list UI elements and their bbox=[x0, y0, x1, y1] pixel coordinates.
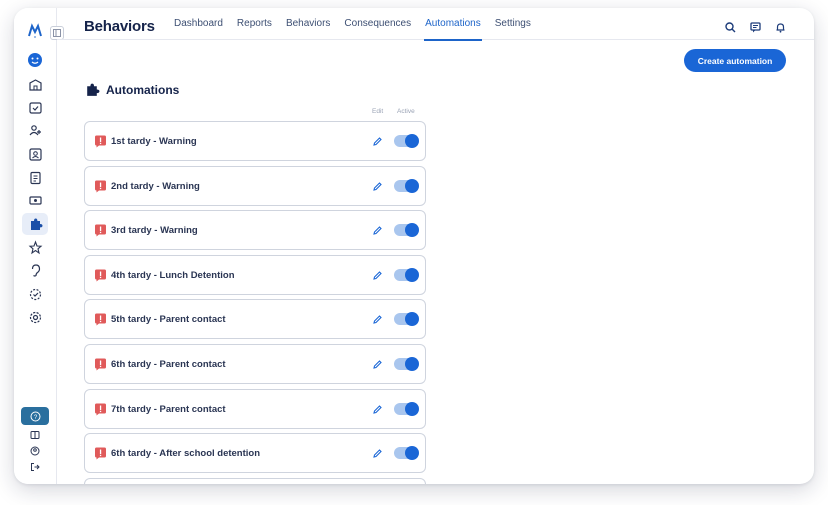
active-toggle[interactable] bbox=[394, 223, 419, 238]
automation-name: 6th tardy - Parent contact bbox=[111, 358, 226, 370]
column-header-edit: Edit bbox=[372, 108, 384, 115]
automation-list: 1st tardy - Warning 2nd tardy - Warning … bbox=[84, 121, 426, 484]
alert-icon bbox=[95, 224, 106, 237]
chat-icon[interactable] bbox=[750, 20, 761, 38]
calendar-check-icon[interactable] bbox=[22, 96, 48, 118]
alert-icon bbox=[95, 403, 106, 416]
alert-icon bbox=[95, 135, 106, 148]
puzzle-icon bbox=[87, 83, 100, 96]
tab-automations[interactable]: Automations bbox=[418, 8, 488, 41]
list-item[interactable]: 5th tardy - Parent contact bbox=[84, 299, 426, 340]
list-item[interactable]: 1st tardy - Warning bbox=[84, 121, 426, 161]
section-title: Automations bbox=[106, 83, 180, 97]
pencil-icon[interactable] bbox=[372, 270, 383, 281]
tab-behaviors[interactable]: Behaviors bbox=[279, 8, 337, 40]
pencil-icon[interactable] bbox=[372, 314, 383, 325]
svg-text:?: ? bbox=[33, 415, 37, 421]
ear-icon[interactable] bbox=[22, 259, 48, 281]
header-actions bbox=[725, 20, 786, 38]
list-item[interactable] bbox=[84, 477, 426, 484]
list-item[interactable]: 4th tardy - Lunch Detention bbox=[84, 254, 426, 295]
automation-name: 7th tardy - Parent contact bbox=[111, 403, 226, 415]
book-icon[interactable] bbox=[22, 427, 48, 443]
automation-name: 3rd tardy - Warning bbox=[111, 225, 198, 237]
automation-name: 2nd tardy - Warning bbox=[111, 180, 200, 192]
tab-settings[interactable]: Settings bbox=[488, 8, 538, 40]
gear-icon[interactable] bbox=[22, 306, 48, 328]
list-item[interactable]: 3rd tardy - Warning bbox=[84, 210, 426, 251]
star-icon[interactable] bbox=[22, 236, 48, 258]
school-icon[interactable] bbox=[22, 73, 48, 95]
id-card-icon[interactable] bbox=[22, 143, 48, 165]
pencil-icon[interactable] bbox=[372, 136, 383, 147]
pencil-icon[interactable] bbox=[372, 359, 383, 370]
ticket-icon[interactable] bbox=[22, 189, 48, 211]
active-toggle[interactable] bbox=[394, 446, 419, 461]
help-icon[interactable]: ? bbox=[21, 407, 49, 425]
active-toggle[interactable] bbox=[394, 356, 419, 371]
pencil-icon[interactable] bbox=[372, 225, 383, 236]
main-nav: Dashboard Reports Behaviors Consequences… bbox=[167, 8, 538, 41]
smile-icon[interactable] bbox=[22, 49, 48, 71]
active-toggle[interactable] bbox=[394, 134, 419, 148]
automation-name: 4th tardy - Lunch Detention bbox=[111, 269, 235, 281]
search-icon[interactable] bbox=[725, 20, 736, 38]
account-icon[interactable] bbox=[22, 443, 48, 459]
tab-dashboard[interactable]: Dashboard bbox=[167, 8, 230, 40]
users-icon[interactable] bbox=[22, 119, 48, 141]
alert-icon bbox=[95, 313, 106, 326]
list-item[interactable]: 7th tardy - Parent contact bbox=[84, 388, 426, 429]
column-header-active: Active bbox=[397, 108, 415, 115]
tab-consequences[interactable]: Consequences bbox=[337, 8, 418, 40]
active-toggle[interactable] bbox=[394, 178, 419, 193]
list-item[interactable]: 2nd tardy - Warning bbox=[84, 165, 426, 206]
tab-reports[interactable]: Reports bbox=[230, 8, 279, 40]
puzzle-icon[interactable] bbox=[22, 213, 48, 235]
top-bar: Behaviors Dashboard Reports Behaviors Co… bbox=[57, 8, 814, 41]
active-toggle[interactable] bbox=[394, 312, 419, 327]
pencil-icon[interactable] bbox=[372, 181, 383, 192]
pencil-icon[interactable] bbox=[372, 404, 383, 415]
page-title: Behaviors bbox=[84, 18, 155, 35]
automation-name: 6th tardy - After school detention bbox=[111, 448, 261, 460]
alert-icon bbox=[95, 180, 106, 193]
progress-icon[interactable] bbox=[22, 283, 48, 305]
logout-icon[interactable] bbox=[22, 459, 48, 475]
alert-icon bbox=[95, 269, 106, 282]
sidebar: ? bbox=[14, 8, 57, 484]
alert-icon bbox=[95, 358, 106, 371]
list-item[interactable]: 6th tardy - Parent contact bbox=[84, 343, 426, 384]
app-window: ? Behaviors Dashboard Reports Behaviors … bbox=[14, 8, 814, 484]
automation-name: 5th tardy - Parent contact bbox=[111, 314, 226, 326]
automation-name: 1st tardy - Warning bbox=[111, 136, 197, 147]
section-header: Automations bbox=[84, 82, 179, 98]
alert-icon bbox=[95, 447, 106, 460]
pencil-icon[interactable] bbox=[372, 448, 383, 459]
clipboard-icon[interactable] bbox=[22, 166, 48, 188]
list-item[interactable]: 6th tardy - After school detention bbox=[84, 433, 426, 474]
active-toggle[interactable] bbox=[394, 267, 419, 282]
active-toggle[interactable] bbox=[394, 401, 419, 416]
logo-icon[interactable] bbox=[22, 20, 48, 42]
create-automation-button[interactable]: Create automation bbox=[684, 49, 786, 72]
bell-icon[interactable] bbox=[775, 20, 786, 38]
